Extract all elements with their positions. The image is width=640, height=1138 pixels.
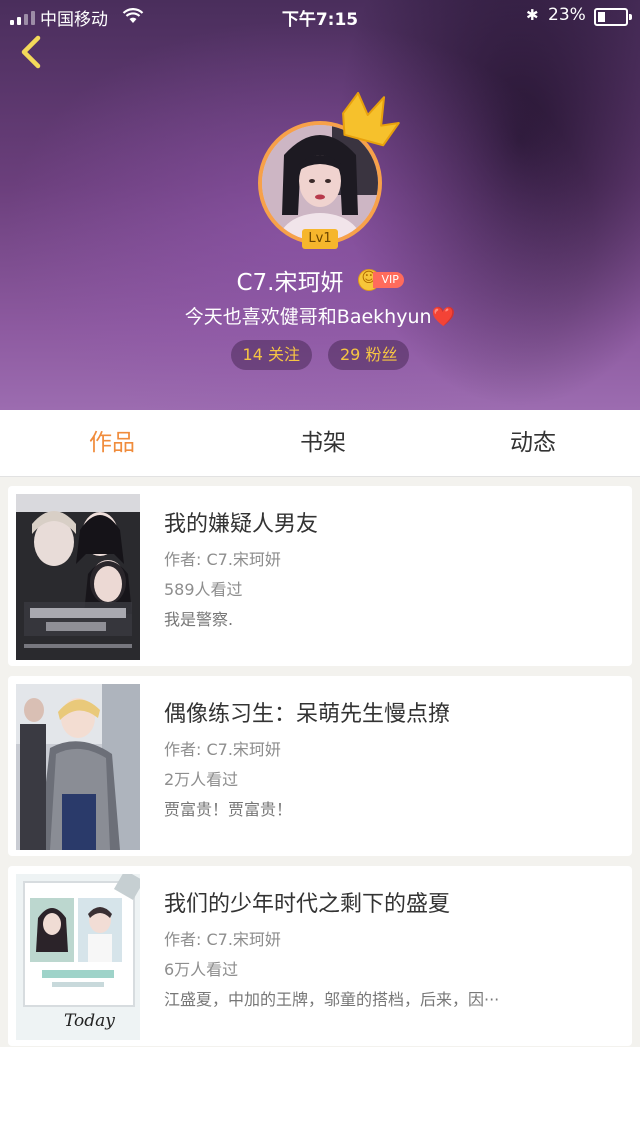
followers-count[interactable]: 29 粉丝 bbox=[328, 340, 410, 370]
bluetooth-icon: ✱ bbox=[526, 6, 539, 24]
book-cover: Today bbox=[16, 874, 140, 1040]
profile-name-row: C7.宋珂妍 VIP bbox=[0, 263, 640, 297]
book-author: 作者: C7.宋珂妍 bbox=[164, 740, 281, 759]
tab-works[interactable]: 作品 bbox=[42, 410, 182, 476]
clock: 下午7:15 bbox=[281, 10, 359, 30]
crown-icon bbox=[342, 92, 400, 147]
heart-icon: ❤️ bbox=[431, 306, 456, 328]
stats-row: 14 关注 29 粉丝 bbox=[0, 340, 640, 370]
battery-percent: 23% bbox=[548, 5, 586, 25]
vip-badge[interactable]: VIP bbox=[357, 269, 404, 291]
bottom-blank-area bbox=[0, 1047, 640, 1138]
book-card[interactable]: 偶像练习生：呆萌先生慢点撩 作者: C7.宋珂妍 2万人看过 贾富贵！贾富贵！ bbox=[8, 676, 632, 856]
book-views: 589人看过 bbox=[164, 580, 243, 599]
profile-header: 中国移动 下午7:15 ✱ 23% Lv1 C7.宋珂妍 ☺ VIP 今天也喜欢… bbox=[0, 0, 640, 410]
book-author: 作者: C7.宋珂妍 bbox=[164, 930, 281, 949]
vip-label: VIP bbox=[372, 272, 404, 288]
book-title: 偶像练习生：呆萌先生慢点撩 bbox=[164, 702, 451, 727]
level-badge: Lv1 bbox=[302, 229, 338, 249]
chevron-left-icon bbox=[21, 35, 41, 69]
svg-text:Today: Today bbox=[64, 1011, 115, 1031]
following-count[interactable]: 14 关注 bbox=[230, 340, 312, 370]
book-cover bbox=[16, 494, 140, 660]
book-description: 江盛夏，中加的王牌，邬童的搭档，后来，因··· bbox=[164, 990, 500, 1009]
book-card[interactable]: Today 我们的少年时代之剩下的盛夏 作者: C7.宋珂妍 6万人看过 江盛夏… bbox=[8, 866, 632, 1046]
book-card[interactable]: 我的嫌疑人男友 作者: C7.宋珂妍 589人看过 我是警察. bbox=[8, 486, 632, 666]
status-bar: 中国移动 下午7:15 ✱ 23% bbox=[0, 0, 640, 32]
battery-icon bbox=[594, 8, 632, 26]
book-title: 我们的少年时代之剩下的盛夏 bbox=[164, 892, 451, 917]
bio: 今天也喜欢健哥和Baekhyun❤️ bbox=[0, 302, 640, 329]
back-button[interactable] bbox=[12, 30, 52, 74]
tab-activity[interactable]: 动态 bbox=[463, 410, 603, 476]
book-description: 我是警察. bbox=[164, 610, 234, 629]
tab-bar: 作品 书架 动态 bbox=[0, 410, 640, 477]
book-description: 贾富贵！贾富贵！ bbox=[164, 800, 293, 819]
book-views: 2万人看过 bbox=[164, 770, 239, 789]
book-cover bbox=[16, 684, 140, 850]
book-author: 作者: C7.宋珂妍 bbox=[164, 550, 281, 569]
tab-bookshelf[interactable]: 书架 bbox=[253, 410, 393, 476]
username: C7.宋珂妍 bbox=[236, 270, 344, 296]
book-views: 6万人看过 bbox=[164, 960, 239, 979]
bio-text: 今天也喜欢健哥和Baekhyun bbox=[184, 306, 432, 328]
book-title: 我的嫌疑人男友 bbox=[164, 512, 319, 537]
